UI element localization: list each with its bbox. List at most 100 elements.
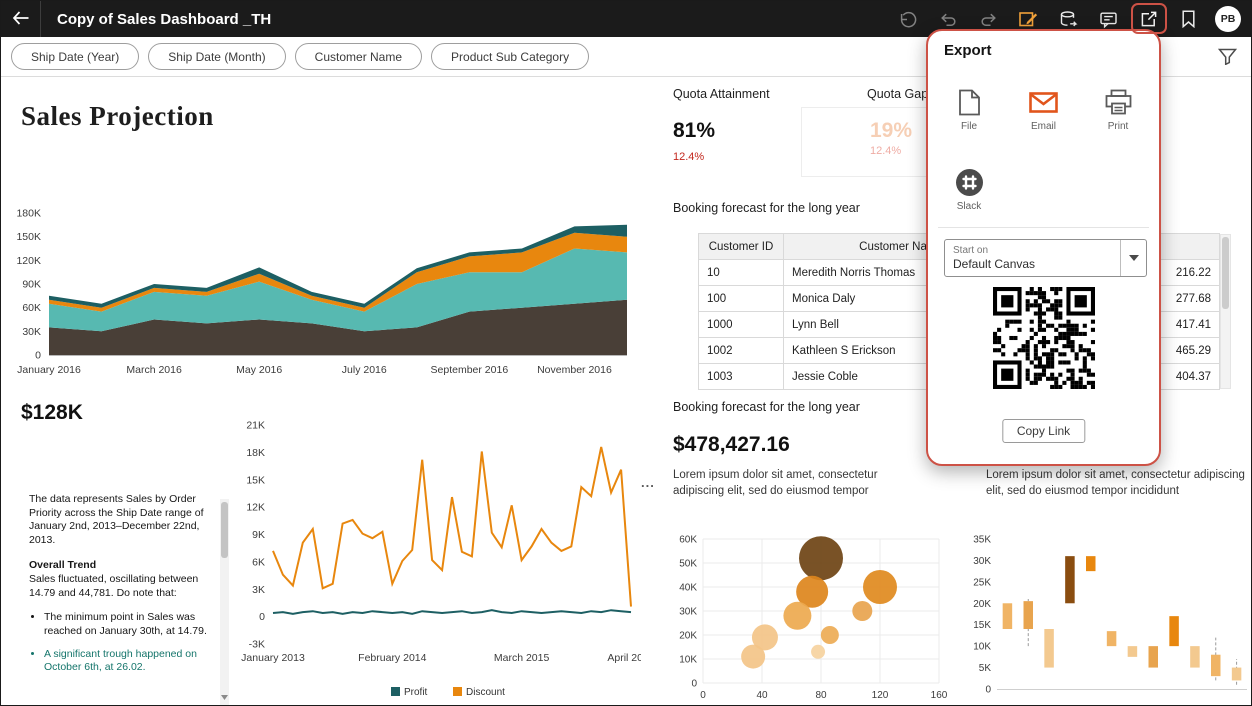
cell-value: 404.37 — [1158, 363, 1220, 390]
avatar[interactable]: PB — [1215, 6, 1241, 32]
svg-text:120K: 120K — [16, 255, 41, 267]
svg-text:March 2015: March 2015 — [494, 652, 550, 664]
svg-text:80: 80 — [815, 690, 827, 701]
export-slack-button[interactable]: Slack — [940, 167, 998, 212]
dropdown-selected-value: Default Canvas — [953, 256, 1036, 271]
table-header-hidden-3[interactable] — [1158, 233, 1220, 260]
svg-text:18K: 18K — [246, 447, 265, 459]
waterfall-chart[interactable]: 0 5K 10K 15K 20K 25K 30K 35K — [959, 525, 1251, 701]
cell-value: 216.22 — [1158, 259, 1220, 286]
narrative-bullet: The minimum point in Sales was reached o… — [44, 611, 213, 638]
export-file-label: File — [960, 121, 978, 132]
svg-text:November 2016: November 2016 — [537, 364, 612, 376]
svg-text:15K: 15K — [246, 474, 265, 486]
export-print-button[interactable]: Print — [1089, 87, 1147, 132]
slack-icon — [954, 167, 985, 197]
filter-pill-ship-date-year-[interactable]: Ship Date (Year) — [11, 43, 140, 70]
app-window: Copy of Sales Dashboard _TH PB Ship Date… — [0, 0, 1252, 706]
start-on-dropdown[interactable]: Start on Default Canvas — [944, 239, 1147, 277]
back-button[interactable] — [1, 1, 41, 37]
filter-pill-ship-date-month-[interactable]: Ship Date (Month) — [148, 43, 286, 70]
svg-text:3K: 3K — [252, 584, 265, 596]
cell-customer-id: 100 — [698, 285, 784, 312]
print-icon — [1105, 87, 1132, 117]
svg-text:Discount: Discount — [466, 687, 505, 698]
export-options-row: File Email Print — [940, 87, 1147, 132]
back-arrow-icon — [12, 10, 29, 28]
export-email-label: Email — [1030, 121, 1056, 132]
dropdown-text: Start on Default Canvas — [945, 242, 1120, 274]
divider — [938, 227, 1149, 228]
export-email-button[interactable]: Email — [1015, 87, 1073, 132]
file-icon — [958, 87, 981, 117]
filter-pills: Ship Date (Year) Ship Date (Month) Custome… — [11, 43, 590, 70]
cell-value: 465.29 — [1158, 337, 1220, 364]
svg-text:January 2016: January 2016 — [17, 364, 81, 376]
table-header-customer-id[interactable]: Customer ID — [698, 233, 784, 260]
svg-text:0: 0 — [985, 685, 991, 696]
scroll-down-arrow-icon[interactable] — [221, 691, 228, 705]
sales-area-chart[interactable]: 0 30K 60K 90K 120K 150K 180K January 2016 March … — [1, 197, 639, 383]
svg-text:0: 0 — [259, 611, 265, 623]
svg-text:120: 120 — [872, 690, 889, 701]
svg-text:0: 0 — [691, 679, 697, 690]
svg-text:60K: 60K — [22, 302, 41, 314]
svg-text:9K: 9K — [252, 529, 265, 541]
booking-table-title: Booking forecast for the long year — [673, 201, 860, 215]
svg-text:30K: 30K — [22, 326, 41, 338]
svg-text:May 2016: May 2016 — [236, 364, 282, 376]
email-icon — [1029, 87, 1058, 117]
svg-text:February 2014: February 2014 — [358, 652, 426, 664]
svg-text:0: 0 — [700, 690, 706, 701]
svg-text:40: 40 — [756, 690, 768, 701]
tile-menu-ellipsis[interactable]: ... — [641, 475, 655, 490]
svg-text:35K: 35K — [973, 535, 991, 546]
history-icon[interactable] — [895, 6, 921, 32]
cell-customer-id: 1002 — [698, 337, 784, 364]
cell-customer-id: 10 — [698, 259, 784, 286]
export-popup: Export File Email Print Slack Start on D… — [926, 29, 1161, 466]
svg-text:15K: 15K — [973, 620, 991, 631]
copy-link-button[interactable]: Copy Link — [1001, 419, 1086, 443]
dropdown-label: Start on — [953, 244, 989, 256]
svg-text:January 2013: January 2013 — [241, 652, 305, 664]
right-tile-description: Lorem ipsum dolor sit amet, consectetur … — [986, 469, 1245, 498]
scrollbar-thumb[interactable] — [221, 502, 228, 558]
svg-text:5K: 5K — [979, 663, 992, 674]
filter-funnel-icon[interactable] — [1218, 48, 1237, 65]
bookmark-icon[interactable] — [1175, 6, 1201, 32]
scrollbar-thumb[interactable] — [1222, 237, 1229, 309]
svg-text:90K: 90K — [22, 279, 41, 291]
page-title: Copy of Sales Dashboard _TH — [57, 10, 272, 28]
narrative-body: Sales fluctuated, oscillating between 14… — [29, 573, 199, 599]
bubble-chart[interactable]: 0 10K 20K 30K 40K 50K 60K 0 40 80 120 160 — [667, 525, 949, 702]
table-scrollbar[interactable] — [1220, 234, 1231, 389]
quota-gap-label: Quota Gap — [867, 87, 929, 101]
export-file-button[interactable]: File — [940, 87, 998, 132]
svg-text:-3K: -3K — [249, 639, 265, 651]
svg-text:20K: 20K — [973, 599, 991, 610]
cell-customer-id: 1000 — [698, 311, 784, 338]
chevron-down-icon[interactable] — [1120, 240, 1146, 276]
svg-text:160: 160 — [931, 690, 948, 701]
cell-value: 417.41 — [1158, 311, 1220, 338]
svg-text:April 2016: April 2016 — [607, 652, 641, 664]
svg-text:180K: 180K — [16, 208, 41, 220]
export-popup-title: Export — [944, 42, 992, 59]
export-print-label: Print — [1107, 121, 1129, 132]
svg-text:July 2016: July 2016 — [342, 364, 387, 376]
profit-discount-line-chart[interactable]: -3K 0 3K 6K 9K 12K 15K 18K 21K January 2013 Februa… — [231, 407, 655, 705]
narrative-bullet: A significant trough happened on October… — [44, 648, 213, 675]
svg-text:10K: 10K — [679, 655, 697, 666]
narrative-text: The data represents Sales by Order Prior… — [29, 493, 229, 675]
quota-attainment-value: 81% — [673, 119, 716, 142]
svg-text:12K: 12K — [246, 502, 265, 514]
svg-text:September 2016: September 2016 — [431, 364, 509, 376]
filter-pill-customer-name[interactable]: Customer Name — [294, 43, 423, 70]
narrative-scrollbar[interactable] — [220, 499, 229, 705]
booking-summary-value: $478,427.16 — [673, 433, 790, 456]
svg-text:6K: 6K — [252, 556, 265, 568]
svg-text:40K: 40K — [679, 583, 697, 594]
sales-projection-title: Sales Projection — [21, 101, 214, 131]
filter-pill-product-sub-category[interactable]: Product Sub Category — [431, 43, 590, 70]
